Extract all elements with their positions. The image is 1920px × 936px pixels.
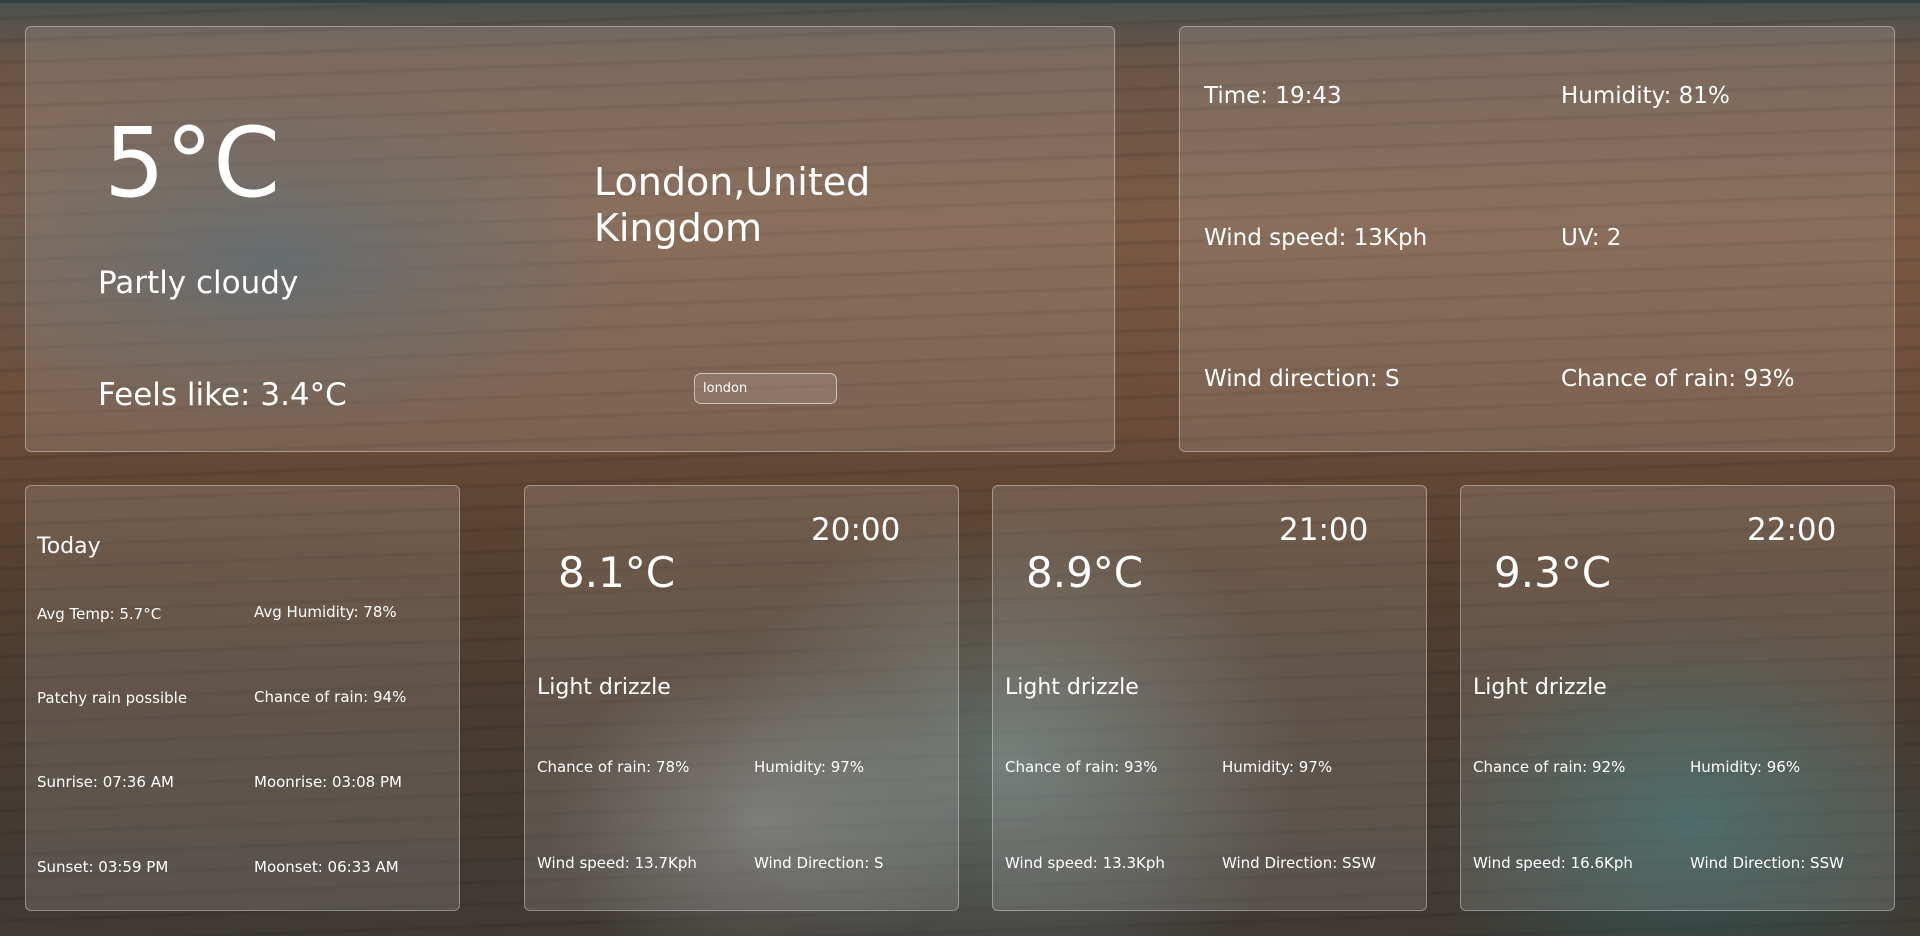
hour-temperature: 9.3°C bbox=[1494, 548, 1612, 597]
today-condition: Patchy rain possible bbox=[37, 689, 188, 707]
avg-humidity: Avg Humidity: 78% bbox=[254, 603, 397, 621]
hour-time: 21:00 bbox=[1279, 512, 1369, 548]
sunset: Sunset: 03:59 PM bbox=[37, 858, 169, 876]
hourly-card: 20:00 8.1°C Light drizzle Chance of rain… bbox=[524, 485, 959, 911]
hour-condition: Light drizzle bbox=[1005, 675, 1139, 700]
current-temperature: 5°C bbox=[104, 107, 281, 219]
humidity-value: Humidity: 81% bbox=[1561, 83, 1730, 109]
hour-temperature: 8.1°C bbox=[558, 548, 676, 597]
time-value: Time: 19:43 bbox=[1204, 83, 1342, 109]
wind-direction-value: Wind direction: S bbox=[1204, 366, 1400, 392]
hourly-card: 21:00 8.9°C Light drizzle Chance of rain… bbox=[992, 485, 1427, 911]
hour-wind-direction: Wind Direction: SSW bbox=[1222, 854, 1376, 872]
details-panel: Time: 19:43 Humidity: 81% Wind speed: 13… bbox=[1179, 26, 1895, 452]
moonrise: Moonrise: 03:08 PM bbox=[254, 773, 402, 791]
wind-speed-value: Wind speed: 13Kph bbox=[1204, 225, 1428, 251]
today-chance-of-rain: Chance of rain: 94% bbox=[254, 688, 407, 706]
hour-humidity: Humidity: 97% bbox=[1222, 758, 1333, 776]
hour-time: 22:00 bbox=[1747, 512, 1837, 548]
hour-humidity: Humidity: 96% bbox=[1690, 758, 1801, 776]
avg-temp: Avg Temp: 5.7°C bbox=[37, 605, 162, 623]
today-title: Today bbox=[37, 534, 101, 559]
current-condition: Partly cloudy bbox=[98, 265, 299, 301]
top-edge bbox=[0, 0, 1920, 3]
moonset: Moonset: 06:33 AM bbox=[254, 858, 399, 876]
hourly-card: 22:00 9.3°C Light drizzle Chance of rain… bbox=[1460, 485, 1895, 911]
current-weather-panel: 5°C Partly cloudy Feels like: 3.4°C Lond… bbox=[25, 26, 1115, 452]
hour-temperature: 8.9°C bbox=[1026, 548, 1144, 597]
today-panel: Today Avg Temp: 5.7°C Avg Humidity: 78% … bbox=[25, 485, 460, 911]
hour-time: 20:00 bbox=[811, 512, 901, 548]
hour-wind-direction: Wind Direction: S bbox=[754, 854, 884, 872]
hour-chance-of-rain: Chance of rain: 93% bbox=[1005, 758, 1158, 776]
hour-condition: Light drizzle bbox=[1473, 675, 1607, 700]
chance-of-rain-value: Chance of rain: 93% bbox=[1561, 366, 1795, 392]
hour-condition: Light drizzle bbox=[537, 675, 671, 700]
search-input[interactable] bbox=[694, 373, 837, 404]
hour-wind-speed: Wind speed: 13.7Kph bbox=[537, 854, 697, 872]
sunrise: Sunrise: 07:36 AM bbox=[37, 773, 174, 791]
hour-chance-of-rain: Chance of rain: 92% bbox=[1473, 758, 1626, 776]
hour-wind-speed: Wind speed: 16.6Kph bbox=[1473, 854, 1633, 872]
feels-like: Feels like: 3.4°C bbox=[98, 377, 347, 413]
hour-wind-direction: Wind Direction: SSW bbox=[1690, 854, 1844, 872]
location-name: London,United Kingdom bbox=[594, 160, 871, 250]
hour-humidity: Humidity: 97% bbox=[754, 758, 865, 776]
hour-chance-of-rain: Chance of rain: 78% bbox=[537, 758, 690, 776]
hour-wind-speed: Wind speed: 13.3Kph bbox=[1005, 854, 1165, 872]
uv-value: UV: 2 bbox=[1561, 225, 1622, 251]
